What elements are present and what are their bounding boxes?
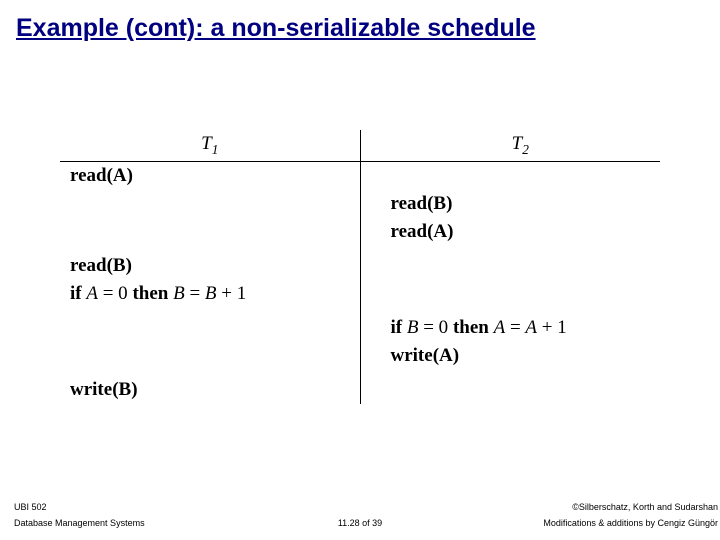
t1-sub: 1	[212, 142, 219, 157]
table-row: write(B)	[60, 376, 660, 404]
t2-sub: 2	[522, 142, 529, 157]
op: write(A)	[391, 345, 460, 366]
op: read(B)	[70, 255, 132, 276]
slide-title: Example (cont): a non-serializable sched…	[16, 14, 536, 43]
table-row: read(A)	[60, 161, 660, 190]
schedule-table: T1 T2 read(A) read(B) read(A) read(B) if…	[60, 130, 660, 404]
table-row: read(B)	[60, 252, 660, 280]
table-row: if B = 0 then A = A + 1	[60, 314, 660, 342]
schedule-header: T1 T2	[60, 130, 660, 161]
op: read(B)	[391, 193, 453, 214]
modifications: Modifications & additions by Cengiz Güng…	[543, 518, 718, 528]
table-row: read(B)	[60, 190, 660, 218]
t1-label: T	[201, 133, 212, 154]
op: read(A)	[70, 165, 133, 186]
course-code: UBI 502	[14, 502, 47, 512]
copyright: ©Silberschatz, Korth and Sudarshan	[572, 502, 718, 512]
t1-header: T1	[60, 130, 360, 161]
op: write(B)	[70, 379, 138, 400]
table-row: if A = 0 then B = B + 1	[60, 280, 660, 308]
t2-header: T2	[360, 130, 660, 161]
table-row: write(A)	[60, 342, 660, 370]
t2-label: T	[512, 133, 523, 154]
op: if B = 0 then A = A + 1	[391, 317, 567, 338]
op: if A = 0 then B = B + 1	[70, 283, 246, 304]
op: read(A)	[391, 221, 454, 242]
table-row: read(A)	[60, 218, 660, 246]
